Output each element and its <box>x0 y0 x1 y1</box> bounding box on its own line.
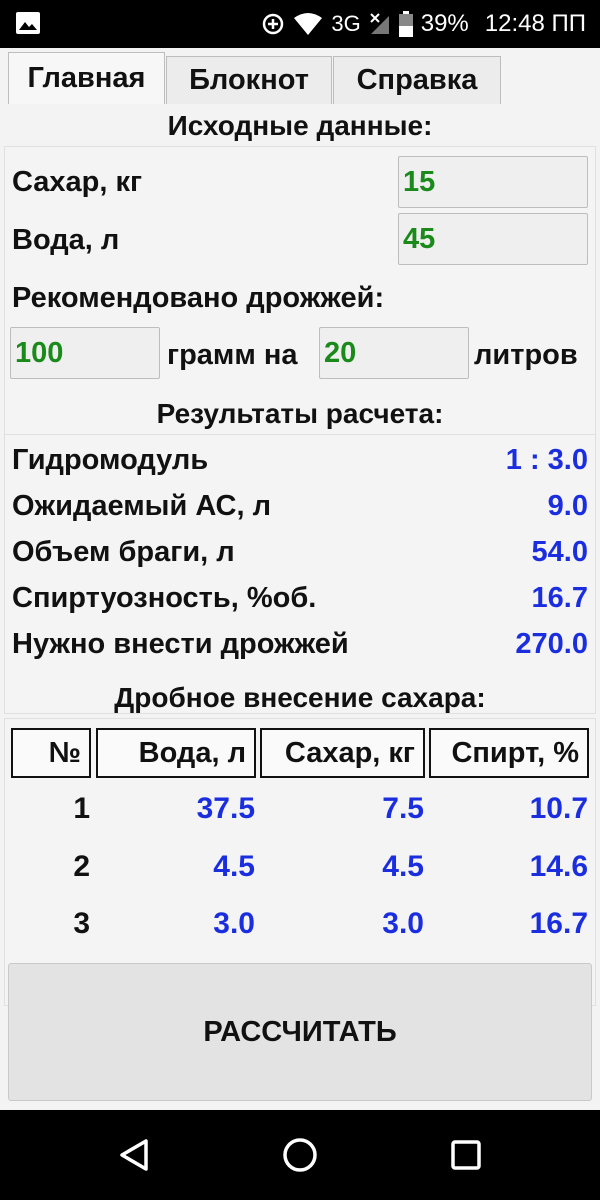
signal-icon <box>370 13 389 34</box>
yeast-grams-value: 100 <box>15 336 64 369</box>
row-number: 2 <box>73 850 90 883</box>
result-row-mash-volume: Объем браги, л 54.0 <box>12 536 588 572</box>
result-value: 270.0 <box>515 628 588 660</box>
result-label: Нужно внести дрожжей <box>12 628 349 660</box>
battery-icon <box>398 11 413 37</box>
calculate-button-label: РАССЧИТАТЬ <box>203 1015 397 1048</box>
table-header-sugar: Сахар, кг <box>260 728 425 778</box>
result-value: 1 : 3.0 <box>505 444 588 476</box>
yeast-recommended-label: Рекомендовано дрожжей: <box>12 282 385 314</box>
table-header-number: № <box>11 728 91 778</box>
result-row-alcohol-strength: Спиртуозность, %об. 16.7 <box>12 582 588 618</box>
clock: 12:48 ПП <box>484 10 586 37</box>
row-sugar: 4.5 <box>382 850 424 883</box>
sugar-input-value: 15 <box>403 165 436 198</box>
tab-main-label: Главная <box>27 62 146 94</box>
calculate-button[interactable]: РАССЧИТАТЬ <box>8 963 592 1101</box>
table-header-label: Сахар, кг <box>284 736 415 769</box>
tab-notebook[interactable]: Блокнот <box>166 56 332 104</box>
yeast-liters-value: 20 <box>324 336 357 369</box>
battery-percent: 39% <box>420 10 469 37</box>
result-label: Спиртуозность, %об. <box>12 582 317 614</box>
status-bar: 3G 39% 12:48 ПП <box>0 0 600 48</box>
water-input-value: 45 <box>403 222 436 255</box>
fractional-section-title: Дробное внесение сахара: <box>114 682 486 713</box>
table-header-label: Вода, л <box>138 736 246 769</box>
water-label: Вода, л <box>12 224 120 256</box>
input-section-title: Исходные данные: <box>167 110 433 141</box>
tab-main[interactable]: Главная <box>8 52 165 104</box>
result-row-hydromodule: Гидромодуль 1 : 3.0 <box>12 444 588 480</box>
sugar-label: Сахар, кг <box>12 166 143 198</box>
back-icon[interactable] <box>114 1135 154 1175</box>
recent-apps-icon[interactable] <box>446 1135 486 1175</box>
result-value: 16.7 <box>531 582 588 614</box>
result-row-yeast-needed: Нужно внести дрожжей 270.0 <box>12 628 588 664</box>
tab-bar: Главная Блокнот Справка <box>0 48 600 104</box>
table-header-water: Вода, л <box>96 728 256 778</box>
tab-help-label: Справка <box>356 64 478 96</box>
row-water: 3.0 <box>213 907 255 940</box>
table-header-spirit: Спирт, % <box>429 728 589 778</box>
image-notification-icon <box>16 12 40 34</box>
results-section-title: Результаты расчета: <box>156 398 444 429</box>
table-header-label: № <box>48 736 81 769</box>
tab-help[interactable]: Справка <box>333 56 501 104</box>
status-icons: 3G 39% 12:48 ПП <box>261 0 586 48</box>
tab-notebook-label: Блокнот <box>189 64 309 96</box>
data-saver-icon <box>263 13 284 35</box>
app-content: Главная Блокнот Справка Исходные данные:… <box>0 48 600 1110</box>
result-label: Гидромодуль <box>12 444 209 476</box>
row-water: 4.5 <box>213 850 255 883</box>
row-sugar: 7.5 <box>382 792 424 825</box>
row-water: 37.5 <box>196 792 255 825</box>
row-number: 1 <box>73 792 90 825</box>
home-icon[interactable] <box>280 1135 320 1175</box>
water-input[interactable]: 45 <box>398 213 588 265</box>
yeast-liters-unit: литров <box>474 339 578 371</box>
wifi-icon <box>294 13 323 35</box>
result-label: Объем браги, л <box>12 536 235 568</box>
network-type: 3G <box>331 11 361 36</box>
yeast-liters-input[interactable]: 20 <box>319 327 469 379</box>
table-header-label: Спирт, % <box>451 736 579 769</box>
row-spirit: 16.7 <box>529 907 588 940</box>
result-value: 9.0 <box>547 490 588 522</box>
navigation-bar <box>0 1110 600 1200</box>
result-row-expected-alcohol: Ожидаемый АС, л 9.0 <box>12 490 588 526</box>
result-label: Ожидаемый АС, л <box>12 490 272 522</box>
row-spirit: 10.7 <box>529 792 588 825</box>
sugar-input[interactable]: 15 <box>398 156 588 208</box>
row-number: 3 <box>73 907 90 940</box>
row-spirit: 14.6 <box>529 850 588 883</box>
result-value: 54.0 <box>531 536 588 568</box>
yeast-grams-input[interactable]: 100 <box>10 327 160 379</box>
yeast-grams-unit: грамм на <box>167 339 298 371</box>
row-sugar: 3.0 <box>382 907 424 940</box>
